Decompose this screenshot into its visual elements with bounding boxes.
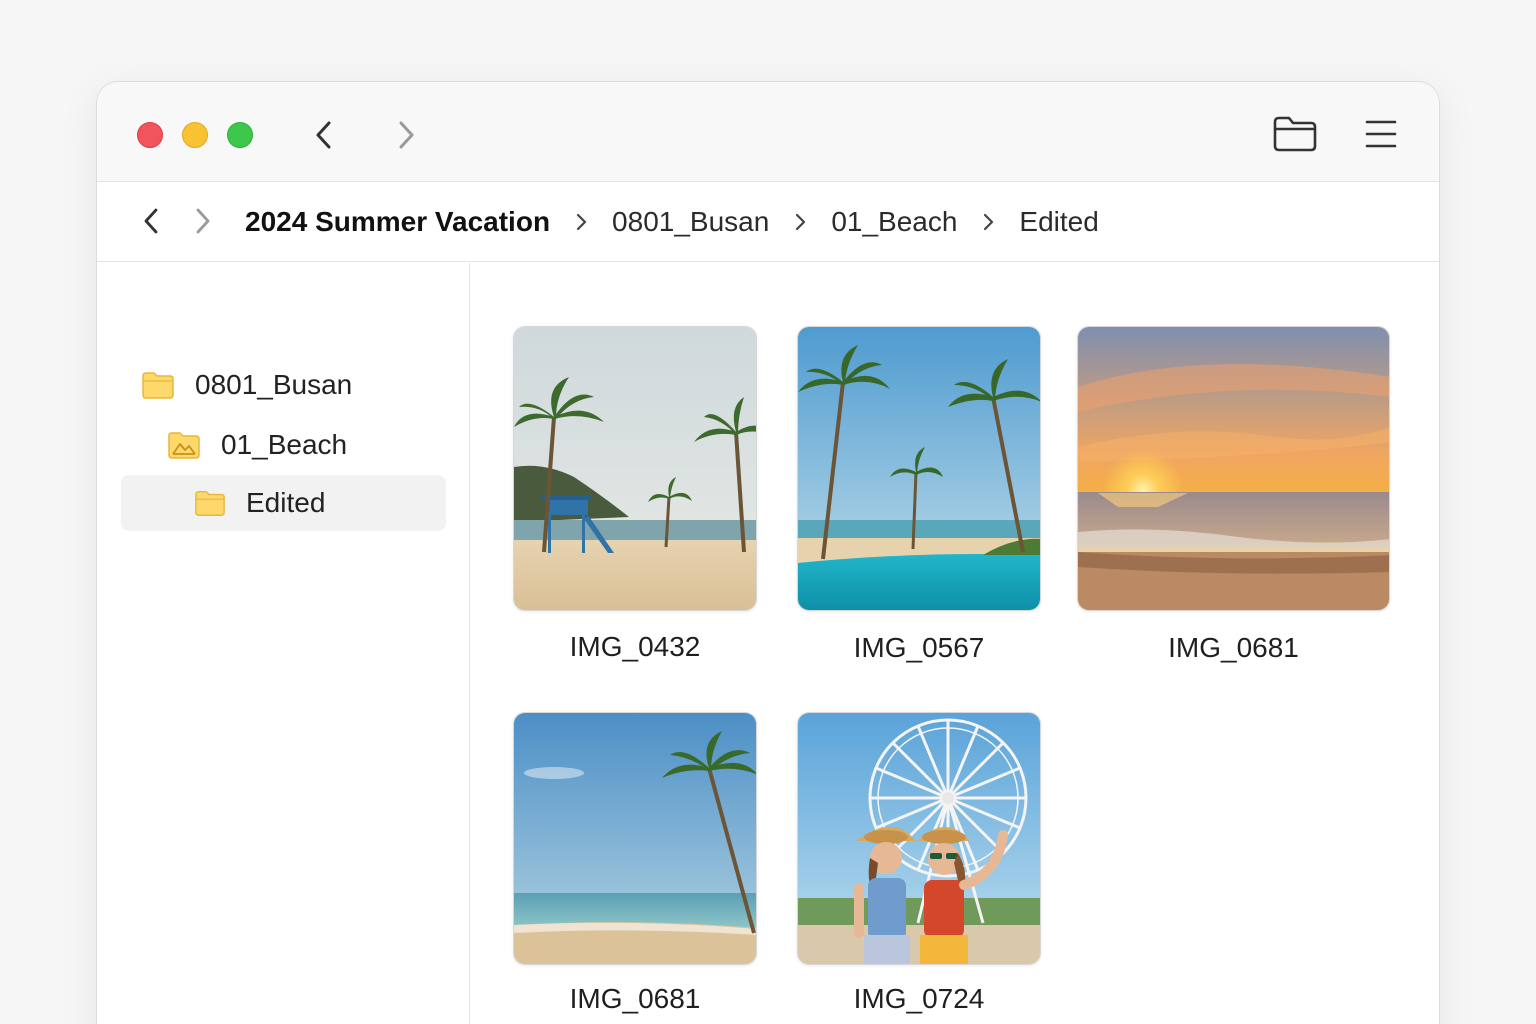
close-window-button[interactable] [137,122,163,148]
file-grid: IMG_0432 IMG_0567 IMG_0681 IMG_0681 IMG_… [471,263,1439,1024]
finder-window: 2024 Summer Vacation 0801_Busan 01_Beach… [96,81,1440,1024]
path-bar: 2024 Summer Vacation 0801_Busan 01_Beach… [97,182,1439,262]
hamburger-menu-icon[interactable] [1365,118,1397,150]
zoom-window-button[interactable] [227,122,253,148]
file-item[interactable]: IMG_0724 [797,712,1041,1024]
file-name: IMG_0724 [853,983,985,1014]
file-name: IMG_0681 [1168,632,1299,663]
chevron-left-icon[interactable] [311,120,337,150]
sidebar-item-01-beach[interactable]: 01_Beach [167,417,347,473]
sidebar-item-label: Edited [246,487,326,518]
breadcrumb: 2024 Summer Vacation 0801_Busan 01_Beach… [245,182,1099,262]
sidebar-item-edited[interactable]: Edited [121,475,446,531]
file-name: IMG_0432 [569,631,701,662]
image-thumbnail[interactable] [513,712,757,965]
back-chevron-icon[interactable] [139,206,163,236]
sidebar-item-label: 01_Beach [221,429,348,460]
file-name: IMG_0567 [853,632,985,663]
folder-icon[interactable] [1272,115,1318,153]
breadcrumb-item-2024-summer-vacation[interactable]: 2024 Summer Vacation [245,206,550,238]
image-thumbnail[interactable] [797,326,1041,611]
minimize-window-button[interactable] [182,122,208,148]
image-thumbnail[interactable] [513,326,757,611]
file-item[interactable]: IMG_0681 [1077,326,1390,676]
file-item[interactable]: IMG_0681 [513,712,757,1024]
chevron-right-icon [550,212,612,232]
sidebar-item-label: 0801_Busan [195,369,353,400]
folder-icon [142,372,174,399]
file-name: IMG_0681 [569,983,701,1014]
breadcrumb-item-01-beach[interactable]: 01_Beach [831,206,957,238]
breadcrumb-item-edited[interactable]: Edited [1019,206,1098,238]
image-thumbnail[interactable] [1077,326,1390,611]
sidebar: 0801_Busan 01_Beach Edited [97,263,470,1024]
image-thumbnail[interactable] [797,712,1041,965]
sidebar-item-0801-busan[interactable]: 0801_Busan [141,357,352,413]
chevron-right-icon[interactable] [393,120,419,150]
forward-chevron-icon[interactable] [191,206,215,236]
title-bar [97,82,1439,182]
breadcrumb-item-0801-busan[interactable]: 0801_Busan [612,206,769,238]
folder-icon [195,491,225,516]
chevron-right-icon [957,212,1019,232]
photo-folder-icon [168,432,200,459]
file-item[interactable]: IMG_0432 [513,326,757,676]
file-item[interactable]: IMG_0567 [797,326,1041,676]
chevron-right-icon [769,212,831,232]
